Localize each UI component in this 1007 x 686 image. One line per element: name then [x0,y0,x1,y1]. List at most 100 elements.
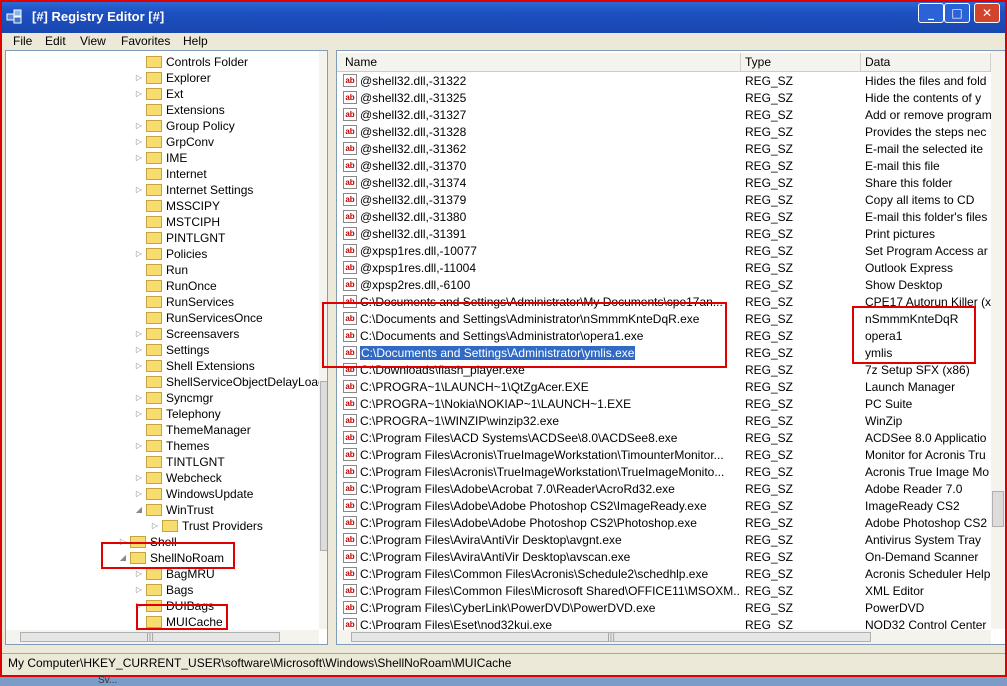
tree-vertical-scrollbar[interactable] [319,51,327,629]
list-row[interactable]: ab @xpsp2res.dll,-6100 REG_SZ Show Desktop [337,277,992,294]
tree-expander-icon[interactable]: ▷ [134,342,144,358]
tree-expander-icon[interactable]: ▷ [134,358,144,374]
tree-horizontal-scroll-thumb[interactable]: ||| [20,632,280,642]
list-row[interactable]: ab @shell32.dll,-31380 REG_SZ E-mail this f… [337,209,992,226]
list-row[interactable]: ab C:\Program Files\Avira\AntiVir Desktop… [337,532,992,549]
column-name-header[interactable]: Name [341,53,741,71]
tree-item[interactable]: RunServices [146,294,234,310]
list-row[interactable]: ab @shell32.dll,-31322 REG_SZ Hides the fil… [337,73,992,90]
tree-expander-icon[interactable]: ▷ [134,150,144,166]
tree-expander-icon[interactable]: ▷ [134,390,144,406]
list-row[interactable]: ab C:\PROGRA~1\Nokia\NOKIAP~1\LAUNCH~1.EX… [337,396,992,413]
list-row[interactable]: ab C:\Documents and Settings\Administrato… [337,294,992,311]
list-row[interactable]: ab C:\Program Files\Acronis\TrueImageWork… [337,447,992,464]
menu-edit[interactable]: Edit [45,33,66,50]
tree-item[interactable]: MUICache [146,614,223,630]
tree-item[interactable]: ▷ Policies [136,246,207,262]
list-vertical-scrollbar[interactable] [991,51,1006,629]
list-row[interactable]: ab C:\PROGRA~1\WINZIP\winzip32.exe REG_SZ W… [337,413,992,430]
tree-item[interactable]: ▷ Settings [136,342,209,358]
tree-item[interactable]: Controls Folder [146,54,248,70]
tree-expander-icon[interactable]: ▷ [134,86,144,102]
tree-expander-icon[interactable]: ▷ [134,182,144,198]
tree-item[interactable]: ◢ WinTrust [136,502,214,518]
list-row[interactable]: ab C:\Program Files\Common Files\Microsof… [337,583,992,600]
list-row[interactable]: ab @shell32.dll,-31325 REG_SZ Hide the cont… [337,90,992,107]
registry-values-pane[interactable]: Name Type Data ab @shell32.dll,-31322 REG_… [336,50,1007,645]
tree-item[interactable]: ▷ Shell [120,534,177,550]
registry-tree-pane[interactable]: Controls Folder ▷ Explorer ▷ Ext Extensions ▷ G… [5,50,328,645]
tree-item[interactable]: PINTLGNT [146,230,225,246]
list-row[interactable]: ab C:\Program Files\Common Files\Acronis\… [337,566,992,583]
tree-item[interactable]: ThemeManager [146,422,251,438]
menu-view[interactable]: View [80,33,106,50]
tree-expander-icon[interactable]: ◢ [118,550,128,566]
tree-expander-icon[interactable]: ▷ [134,486,144,502]
tree-item[interactable]: ▷ Shell Extensions [136,358,255,374]
list-row[interactable]: ab @shell32.dll,-31327 REG_SZ Add or remove… [337,107,992,124]
tree-expander-icon[interactable]: ▷ [134,118,144,134]
tree-expander-icon[interactable]: ▷ [134,438,144,454]
tree-expander-icon[interactable]: ▷ [134,566,144,582]
list-row[interactable]: ab C:\Program Files\Avira\AntiVir Desktop… [337,549,992,566]
list-row[interactable]: ab @xpsp1res.dll,-11004 REG_SZ Outlook Expr… [337,260,992,277]
tree-item[interactable]: ▷ WindowsUpdate [136,486,253,502]
list-row[interactable]: ab @shell32.dll,-31379 REG_SZ Copy all item… [337,192,992,209]
tree-item[interactable]: ▷ Webcheck [136,470,222,486]
tree-horizontal-scrollbar[interactable]: ||| [6,630,319,644]
tree-expander-icon[interactable]: ▷ [118,534,128,550]
tree-item[interactable]: ▷ Bags [136,582,193,598]
list-row[interactable]: ab @shell32.dll,-31328 REG_SZ Provides the … [337,124,992,141]
menu-help[interactable]: Help [183,33,208,50]
title-bar[interactable]: [#] Registry Editor [#] _ □ ✕ [0,0,1007,33]
tree-expander-icon[interactable]: ▷ [134,326,144,342]
list-horizontal-scrollbar[interactable]: ||| [337,630,991,644]
tree-item[interactable]: Extensions [146,102,225,118]
list-row[interactable]: ab C:\Program Files\CyberLink\PowerDVD\Po… [337,600,992,617]
tree-expander-icon[interactable]: ▷ [134,406,144,422]
menu-file[interactable]: File [13,33,32,50]
tree-item[interactable]: ▷ Trust Providers [152,518,263,534]
tree-expander-icon[interactable]: ▷ [134,470,144,486]
tree-item[interactable]: ▷ IME [136,150,187,166]
tree-vertical-scroll-thumb[interactable] [320,381,327,551]
list-row[interactable]: ab C:\Documents and Settings\Administrato… [337,328,992,345]
list-row[interactable]: ab C:\Program Files\Adobe\Adobe Photoshop… [337,515,992,532]
tree-item[interactable]: ▷ DUIBags [136,598,214,614]
tree-expander-icon[interactable]: ▷ [150,518,160,534]
maximize-button[interactable]: □ [944,3,970,23]
list-row[interactable]: ab @shell32.dll,-31370 REG_SZ E-mail this f… [337,158,992,175]
tree-expander-icon[interactable]: ▷ [134,598,144,614]
tree-expander-icon[interactable]: ◢ [134,502,144,518]
list-row[interactable]: ab C:\Program Files\Adobe\Acrobat 7.0\Rea… [337,481,992,498]
tree-expander-icon[interactable]: ▷ [134,134,144,150]
tree-item[interactable]: ▷ Ext [136,86,183,102]
tree-item[interactable]: ▷ Telephony [136,406,221,422]
tree-item[interactable]: ▷ Internet Settings [136,182,253,198]
tree-item[interactable]: ▷ Syncmgr [136,390,213,406]
list-row[interactable]: ab C:\Program Files\ACD Systems\ACDSee\8.… [337,430,992,447]
tree-item[interactable]: ▷ GrpConv [136,134,214,150]
tree-item[interactable]: RunOnce [146,278,217,294]
list-vertical-scroll-thumb[interactable] [992,491,1004,527]
tree-item[interactable]: ▷ Themes [136,438,209,454]
tree-item[interactable]: MSSCIPY [146,198,220,214]
list-row[interactable]: ab @xpsp1res.dll,-10077 REG_SZ Set Program … [337,243,992,260]
list-row[interactable]: ab C:\Program Files\Acronis\TrueImageWork… [337,464,992,481]
tree-item[interactable]: MSTCIPH [146,214,220,230]
list-horizontal-scroll-thumb[interactable]: ||| [351,632,871,642]
column-type-header[interactable]: Type [741,53,861,71]
tree-expander-icon[interactable]: ▷ [134,582,144,598]
tree-item[interactable]: ▷ Screensavers [136,326,239,342]
menu-favorites[interactable]: Favorites [121,33,170,50]
minimize-button[interactable]: _ [918,3,944,23]
tree-item[interactable]: ▷ Explorer [136,70,211,86]
tree-expander-icon[interactable]: ▷ [134,70,144,86]
list-row[interactable]: ab C:\Documents and Settings\Administrato… [337,345,992,362]
list-row[interactable]: ab @shell32.dll,-31374 REG_SZ Share this fo… [337,175,992,192]
tree-item[interactable]: ◢ ShellNoRoam [120,550,224,566]
tree-expander-icon[interactable]: ▷ [134,246,144,262]
tree-item[interactable]: ▷ Group Policy [136,118,235,134]
tree-item[interactable]: Internet [146,166,207,182]
close-button[interactable]: ✕ [974,3,1000,23]
